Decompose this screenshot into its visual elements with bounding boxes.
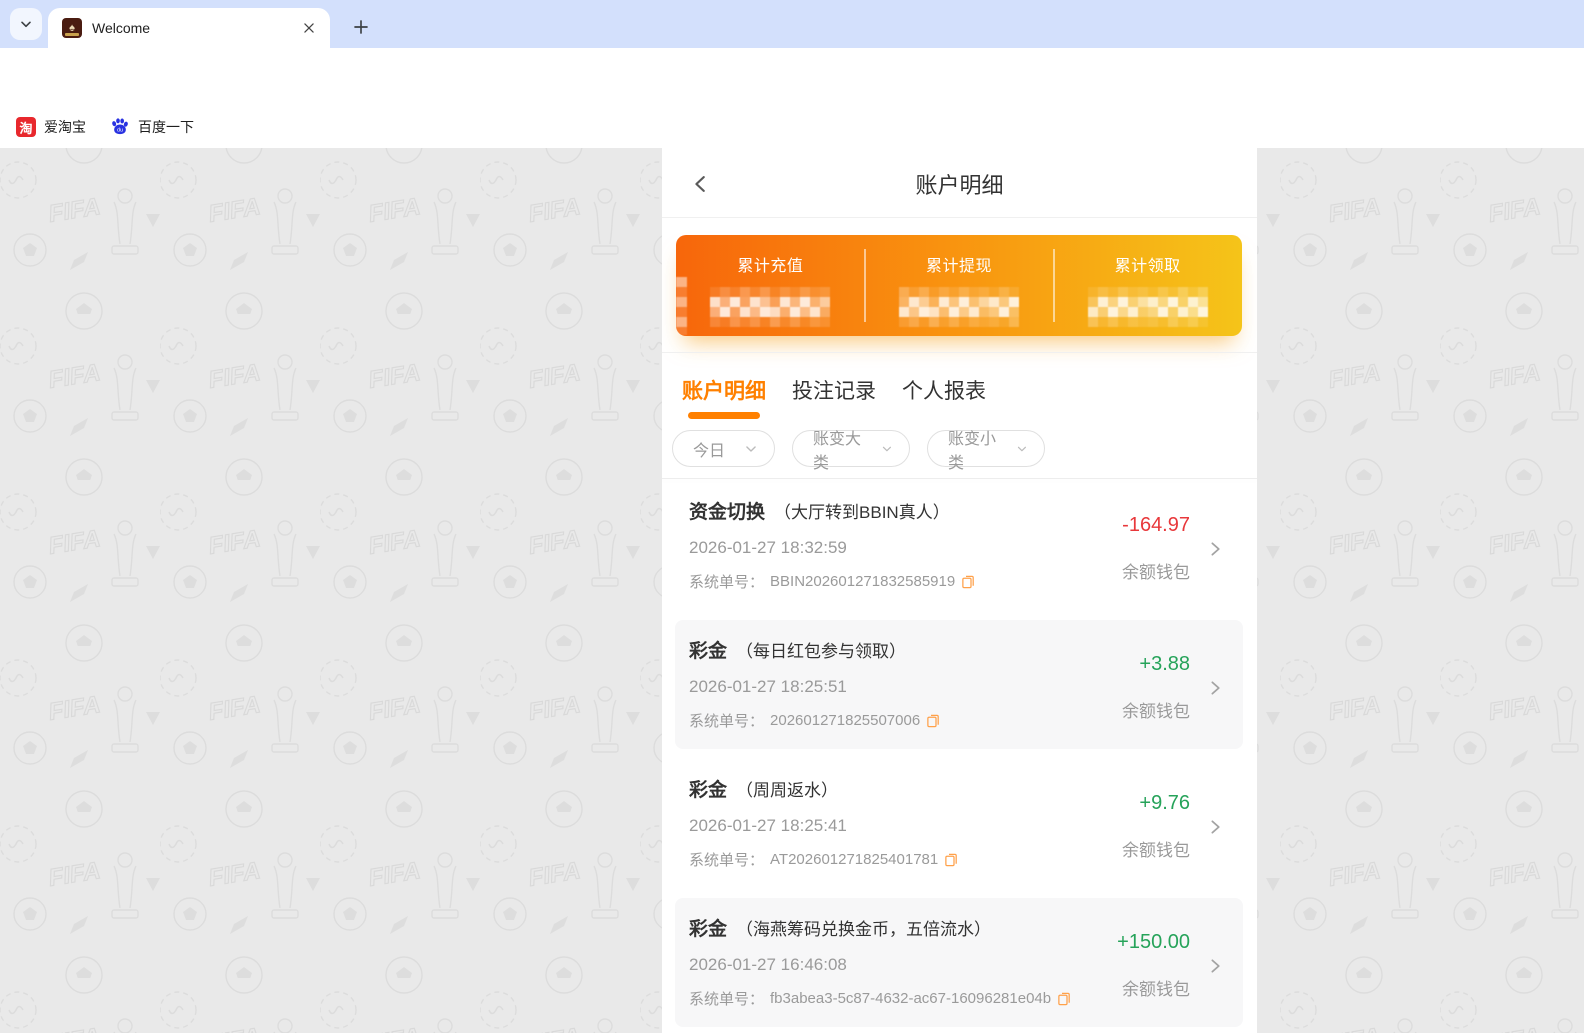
summary-total-claimed: 累计领取 [1053, 235, 1242, 336]
transaction-desc: （海燕筹码兑换金币，五倍流水） [736, 920, 992, 939]
blurred-value [710, 287, 831, 327]
browser-toolbar: 175616.cc/reports/index?tab=0 [0, 48, 1584, 146]
transaction-amount: +150.00 [1117, 931, 1190, 953]
copy-icon[interactable] [1057, 991, 1072, 1007]
transaction-amount: +3.88 [1139, 653, 1190, 675]
copy-icon[interactable] [961, 574, 976, 590]
browser-tab-strip: ♠ Welcome [0, 0, 1584, 48]
order-number: fb3abea3-5c87-4632-ac67-16096281e04b [770, 990, 1052, 1007]
wallet-name: 余额钱包 [1122, 980, 1190, 999]
chevron-down-icon [746, 445, 756, 452]
transaction-desc: （大厅转到BBIN真人） [774, 503, 950, 522]
chevron-right-icon [1211, 680, 1220, 695]
tab-close-button[interactable] [298, 17, 320, 39]
copy-icon[interactable] [926, 713, 941, 729]
divider [1053, 249, 1055, 322]
copy-icon[interactable] [944, 852, 959, 868]
order-label: 系统单号： [689, 713, 765, 730]
transaction-row[interactable]: 彩金 （周周返水） 2026-01-27 18:25:41 系统单号： AT2026… [662, 757, 1257, 896]
tab-bet-records[interactable]: 投注记录 [792, 375, 876, 405]
filter-date-dropdown[interactable]: 今日 [672, 430, 775, 467]
wallet-name: 余额钱包 [1122, 563, 1190, 582]
filter-minor-type-dropdown[interactable]: 账变小类 [927, 430, 1045, 472]
tab-account-detail[interactable]: 账户明细 [682, 375, 766, 405]
page-background: FIFA 账户明细 累计充值 累计提现 [0, 148, 1584, 1033]
chevron-down-icon [21, 21, 31, 28]
blurred-value [1087, 287, 1208, 327]
bookmark-taobao[interactable]: 淘 爱淘宝 [8, 113, 94, 141]
transaction-amount: +9.76 [1139, 792, 1190, 814]
baidu-icon: du [112, 118, 128, 135]
app-header: 账户明细 [662, 148, 1257, 218]
order-number: BBIN202601271832585919 [770, 573, 956, 590]
blurred-value [899, 287, 1019, 327]
chevron-right-icon [1211, 958, 1220, 973]
transaction-row[interactable]: 彩金 （每日红包参与领取） 2026-01-27 18:25:51 系统单号： 20… [662, 618, 1257, 757]
transaction-list: 资金切换 （大厅转到BBIN真人） 2026-01-27 18:32:59 系统单… [662, 479, 1257, 1033]
active-tab-underline [688, 412, 760, 419]
transaction-desc: （周周返水） [736, 781, 839, 800]
transaction-amount: -164.97 [1122, 514, 1190, 536]
transaction-row[interactable]: 彩金 （海燕筹码兑换金币，五倍流水） 2026-01-27 16:46:08 系统… [662, 896, 1257, 1033]
filter-bar: 今日 账变大类 账变小类 [672, 430, 1045, 472]
summary-total-withdraw: 累计提现 [865, 235, 1054, 336]
filter-major-type-dropdown[interactable]: 账变大类 [792, 430, 910, 472]
summary-card: 累计充值 累计提现 累计领取 [676, 235, 1242, 336]
browser-tab[interactable]: ♠ Welcome [48, 8, 330, 48]
order-label: 系统单号： [689, 574, 765, 591]
chevron-down-icon [883, 446, 892, 451]
divider [662, 352, 1257, 353]
taobao-icon: 淘 [16, 117, 36, 137]
bookmark-baidu[interactable]: du 百度一下 [102, 113, 202, 141]
transaction-type: 彩金 [689, 919, 728, 940]
page-title: 账户明细 [915, 173, 1004, 198]
transaction-datetime: 2026-01-27 18:25:51 [689, 677, 847, 696]
transaction-type: 彩金 [689, 641, 728, 662]
order-number: AT202601271825401781 [770, 851, 939, 868]
tab-search-button[interactable] [10, 8, 42, 40]
wallet-name: 余额钱包 [1122, 841, 1190, 860]
order-number: 202601271825507006 [770, 712, 921, 729]
chevron-down-icon [1018, 446, 1027, 451]
report-tabs: 账户明细 投注记录 个人报表 [682, 360, 986, 420]
summary-total-deposit: 累计充值 [676, 235, 865, 336]
app-panel: 账户明细 累计充值 累计提现 累计领取 账户明细 投注记录 个人报表 今日 账变… [662, 148, 1257, 1033]
svg-text:du: du [117, 128, 123, 134]
divider [864, 249, 866, 322]
transaction-datetime: 2026-01-27 18:25:41 [689, 816, 847, 835]
transaction-type: 资金切换 [689, 502, 766, 523]
order-label: 系统单号： [689, 852, 765, 869]
site-favicon-icon: ♠ [62, 18, 82, 38]
wallet-name: 余额钱包 [1122, 702, 1190, 721]
chevron-right-icon [1211, 541, 1220, 556]
order-label: 系统单号： [689, 991, 765, 1008]
tab-personal-report[interactable]: 个人报表 [902, 375, 986, 405]
plus-icon [354, 20, 368, 34]
transaction-datetime: 2026-01-27 16:46:08 [689, 955, 847, 974]
transaction-desc: （每日红包参与领取） [736, 642, 907, 661]
chevron-right-icon [1211, 819, 1220, 834]
new-tab-button[interactable] [346, 12, 376, 42]
bookmarks-bar: 淘 爱淘宝 du 百度一下 [0, 105, 1584, 148]
tab-title: Welcome [92, 20, 151, 36]
close-icon [304, 23, 314, 33]
transaction-row[interactable]: 资金切换 （大厅转到BBIN真人） 2026-01-27 18:32:59 系统单… [662, 479, 1257, 618]
transaction-datetime: 2026-01-27 18:32:59 [689, 538, 847, 557]
transaction-type: 彩金 [689, 780, 728, 801]
